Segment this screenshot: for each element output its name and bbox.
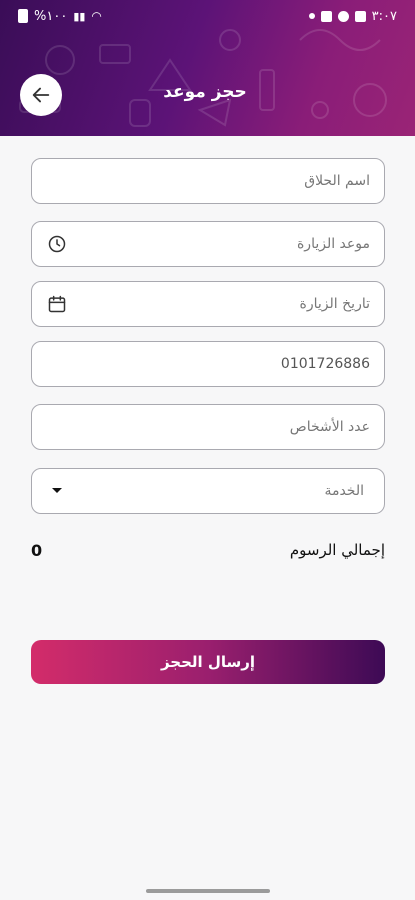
notification-dot-icon <box>308 13 315 19</box>
people-count-input[interactable]: عدد الأشخاص <box>31 404 385 450</box>
page-title: حجز موعد <box>163 82 247 102</box>
barber-name-placeholder: اسم الحلاق <box>304 173 370 189</box>
dropdown-arrow-icon[interactable] <box>46 480 68 502</box>
battery-icon <box>18 9 28 23</box>
wifi-icon: ◠ <box>91 9 102 23</box>
visit-time-placeholder: موعد الزيارة <box>296 236 370 252</box>
people-count-placeholder: عدد الأشخاص <box>289 419 370 435</box>
status-time: ٣:٠٧ <box>371 8 397 24</box>
total-fees-value: 0 <box>31 540 43 560</box>
phone-input[interactable]: 0101726886 <box>31 341 385 387</box>
status-bar: %١٠٠ ▮▮ ◠ ٣:٠٧ <box>0 0 415 32</box>
service-select[interactable]: الخدمة <box>31 468 385 514</box>
status-left: %١٠٠ ▮▮ ◠ <box>18 9 102 24</box>
back-button[interactable] <box>20 74 62 116</box>
visit-date-input[interactable]: تاريخ الزيارة <box>31 281 385 327</box>
app-notification-icon <box>320 10 332 22</box>
phone-value: 0101726886 <box>280 356 370 372</box>
status-right: ٣:٠٧ <box>308 8 397 24</box>
calendar-icon[interactable] <box>46 293 68 315</box>
barber-name-input[interactable]: اسم الحلاق <box>31 158 385 204</box>
clock-icon[interactable] <box>46 233 68 255</box>
battery-percent: %١٠٠ <box>34 8 68 24</box>
signal-icon: ▮▮ <box>73 9 86 23</box>
visit-time-input[interactable]: موعد الزيارة <box>31 221 385 267</box>
app-header: %١٠٠ ▮▮ ◠ ٣:٠٧ حجز موعد <box>0 0 415 136</box>
total-fees-label: إجمالي الرسوم <box>289 541 385 559</box>
visit-date-placeholder: تاريخ الزيارة <box>299 296 370 312</box>
submit-booking-button[interactable]: إرسال الحجز <box>31 640 385 684</box>
total-fees-row: 0 إجمالي الرسوم <box>31 536 385 564</box>
service-placeholder: الخدمة <box>324 483 364 499</box>
home-indicator[interactable] <box>146 889 270 893</box>
gallery-icon <box>354 10 366 22</box>
location-icon <box>337 10 349 22</box>
arrow-left-icon <box>32 87 50 103</box>
title-row: حجز موعد <box>0 74 415 118</box>
